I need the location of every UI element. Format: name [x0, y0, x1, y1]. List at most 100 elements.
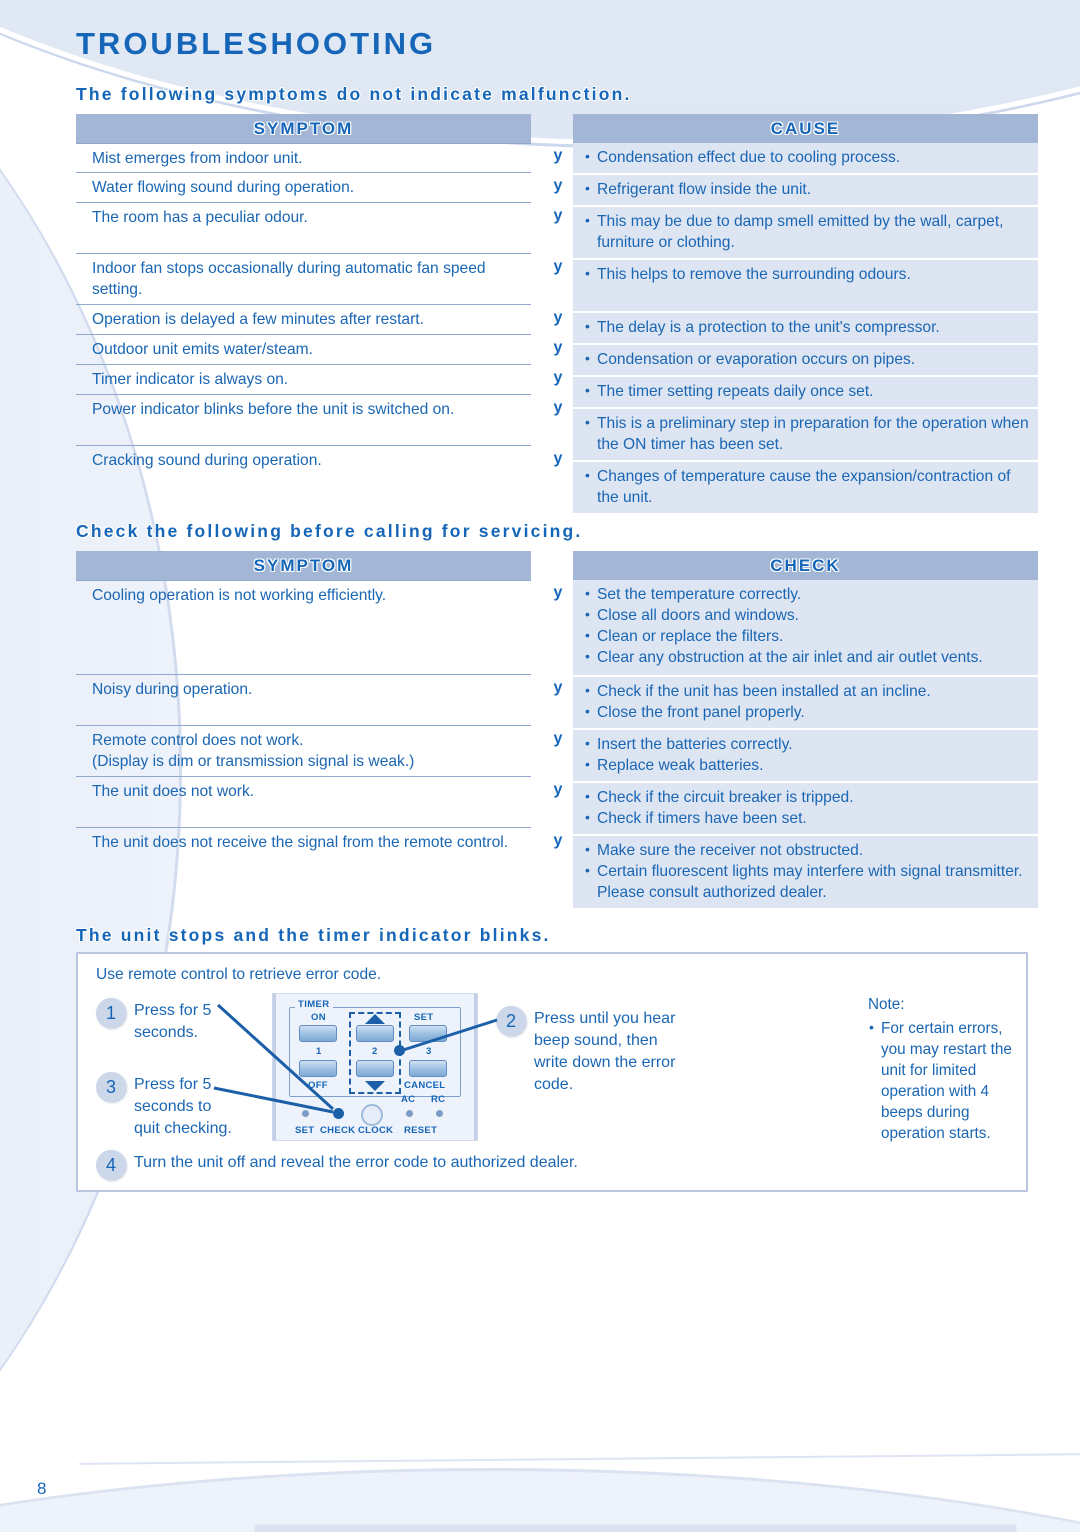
- note-title: Note:: [868, 996, 905, 1013]
- remote-button-on[interactable]: [299, 1025, 337, 1042]
- table-row: Outdoor unit emits water/steam.: [76, 335, 531, 365]
- step-1: 1 Press for 5 seconds.: [96, 998, 236, 1044]
- step-number-badge: 4: [96, 1150, 126, 1180]
- remote-button-check-small[interactable]: [333, 1108, 344, 1119]
- step-4: 4 Turn the unit off and reveal the error…: [96, 1150, 716, 1180]
- page-number: 8: [37, 1479, 47, 1498]
- section2-check-header: CHECK: [573, 551, 1038, 580]
- bottom-swoosh-shape: [0, 1468, 1080, 1532]
- row-marker: y: [553, 781, 563, 798]
- remote-button-set[interactable]: [409, 1025, 447, 1042]
- table-cell-check: Check if the circuit breaker is tripped.…: [573, 783, 1038, 834]
- table-cell-cause: This is a preliminary step in preparatio…: [573, 409, 1038, 460]
- cause-item: This helps to remove the surrounding odo…: [583, 263, 1030, 285]
- callout-target-dot: [394, 1045, 405, 1056]
- remote-button-off[interactable]: [299, 1060, 337, 1077]
- row-marker: y: [553, 399, 563, 416]
- remote-button-down[interactable]: [356, 1060, 394, 1077]
- table-cell-check: Make sure the receiver not obstructed. C…: [573, 836, 1038, 908]
- section1-cause-cells: CAUSE Condensation effect due to cooling…: [573, 114, 1038, 515]
- step-number-badge: 1: [96, 998, 126, 1028]
- remote-control-diagram: TIMER ON 1 OFF 2 SET 3 CANCEL AC RC SET …: [272, 993, 478, 1141]
- remote-button-rc[interactable]: [436, 1110, 443, 1117]
- table-cell-cause: This helps to remove the surrounding odo…: [573, 260, 1038, 311]
- section1-cause-header: CAUSE: [573, 114, 1038, 143]
- table-cell-check: Check if the unit has been installed at …: [573, 677, 1038, 728]
- remote-label-reset-small: RESET: [404, 1125, 438, 1136]
- remote-label-clock-small: CLOCK: [358, 1125, 394, 1136]
- table-row: Cooling operation is not working efficie…: [76, 580, 531, 675]
- row-marker: y: [553, 730, 563, 747]
- cause-item: The delay is a protection to the unit's …: [583, 316, 1030, 338]
- table-cell-check: Set the temperature correctly. Close all…: [573, 580, 1038, 675]
- table-row: The room has a peculiar odour.: [76, 203, 531, 254]
- section2-check-column: y y y y y CHECK Set the temperature corr…: [543, 551, 1038, 910]
- cause-item: This may be due to damp smell emitted by…: [583, 210, 1030, 253]
- check-item: Certain fluorescent lights may interfere…: [583, 860, 1030, 903]
- remote-label-2: 2: [372, 1046, 378, 1057]
- step-text: Press for 5 seconds.: [134, 1002, 212, 1041]
- check-item: Check if the circuit breaker is tripped.: [583, 786, 1030, 808]
- table-row: Remote control does not work. (Display i…: [76, 726, 531, 777]
- check-item: Insert the batteries correctly.: [583, 733, 1030, 755]
- section2-marker-column: y y y y y: [543, 551, 573, 910]
- remote-label-set-small: SET: [295, 1125, 315, 1136]
- step-text: Press until you hear beep sound, then wr…: [534, 1010, 676, 1093]
- check-item: Close the front panel properly.: [583, 701, 1030, 723]
- row-marker: y: [553, 309, 563, 326]
- table-cell-cause: Condensation effect due to cooling proce…: [573, 143, 1038, 173]
- cause-item: Changes of temperature cause the expansi…: [583, 465, 1030, 508]
- table-row: Noisy during operation.: [76, 675, 531, 726]
- timer-group-label: TIMER: [295, 999, 333, 1010]
- row-marker: y: [553, 450, 563, 467]
- section1-marker-column: y y y y y y y y y: [543, 114, 573, 515]
- table-cell-cause: The delay is a protection to the unit's …: [573, 313, 1038, 343]
- table-cell-cause: The timer setting repeats daily once set…: [573, 377, 1038, 407]
- section2-check-cells: CHECK Set the temperature correctly. Clo…: [573, 551, 1038, 910]
- remote-label-set: SET: [414, 1012, 434, 1023]
- section2-symptom-column: SYMPTOM Cooling operation is not working…: [76, 551, 531, 910]
- error-code-panel: Use remote control to retrieve error cod…: [76, 952, 1028, 1192]
- remote-button-ac[interactable]: [406, 1110, 413, 1117]
- table-row: The unit does not receive the signal fro…: [92, 834, 509, 851]
- section2-table: SYMPTOM Cooling operation is not working…: [76, 551, 1038, 910]
- section1-table: SYMPTOM Mist emerges from indoor unit. W…: [76, 114, 1038, 515]
- section3-heading: The unit stops and the timer indicator b…: [76, 925, 551, 945]
- remote-clock-knob[interactable]: [361, 1104, 383, 1126]
- step-text: Press for 5 seconds to quit checking.: [134, 1076, 232, 1137]
- remote-button-cancel[interactable]: [409, 1060, 447, 1077]
- row-marker: y: [553, 832, 563, 849]
- row-marker: y: [553, 584, 563, 601]
- row-marker: y: [553, 679, 563, 696]
- step-text: Turn the unit off and reveal the error c…: [134, 1154, 578, 1171]
- row-marker: y: [553, 339, 563, 356]
- check-item: Make sure the receiver not obstructed.: [583, 839, 1030, 861]
- remote-button-up[interactable]: [356, 1025, 394, 1042]
- row-marker: y: [553, 207, 563, 224]
- section1-heading: The following symptoms do not indicate m…: [76, 84, 632, 104]
- table-cell-cause: Condensation or evaporation occurs on pi…: [573, 345, 1038, 375]
- cause-item: Condensation effect due to cooling proce…: [583, 146, 1030, 168]
- marker-header-spacer: [543, 551, 573, 580]
- table-row: Timer indicator is always on.: [76, 365, 531, 395]
- cause-item: The timer setting repeats daily once set…: [583, 380, 1030, 402]
- table-cell-check: Insert the batteries correctly. Replace …: [573, 730, 1038, 781]
- table-cell-cause: This may be due to damp smell emitted by…: [573, 207, 1038, 258]
- cause-item: Condensation or evaporation occurs on pi…: [583, 348, 1030, 370]
- remote-label-off: OFF: [308, 1080, 328, 1091]
- check-item: Close all doors and windows.: [583, 604, 1030, 626]
- table-row: Indoor fan stops occasionally during aut…: [76, 254, 531, 305]
- remote-label-check-small: CHECK: [320, 1125, 356, 1136]
- table-cell-cause: Changes of temperature cause the expansi…: [573, 462, 1038, 513]
- step-number-badge: 2: [496, 1006, 526, 1036]
- row-marker: y: [553, 258, 563, 275]
- remote-button-set-small[interactable]: [302, 1110, 309, 1117]
- section2-symptom-header: SYMPTOM: [76, 551, 531, 580]
- row-marker: y: [553, 147, 563, 164]
- note-block: Note: For certain errors, you may restar…: [868, 994, 1028, 1144]
- cause-item: This is a preliminary step in preparatio…: [583, 412, 1030, 455]
- row-marker: y: [553, 369, 563, 386]
- table-row: Cracking sound during operation.: [92, 452, 322, 469]
- note-item: For certain errors, you may restart the …: [868, 1017, 1028, 1144]
- check-item: Check if the unit has been installed at …: [583, 680, 1030, 702]
